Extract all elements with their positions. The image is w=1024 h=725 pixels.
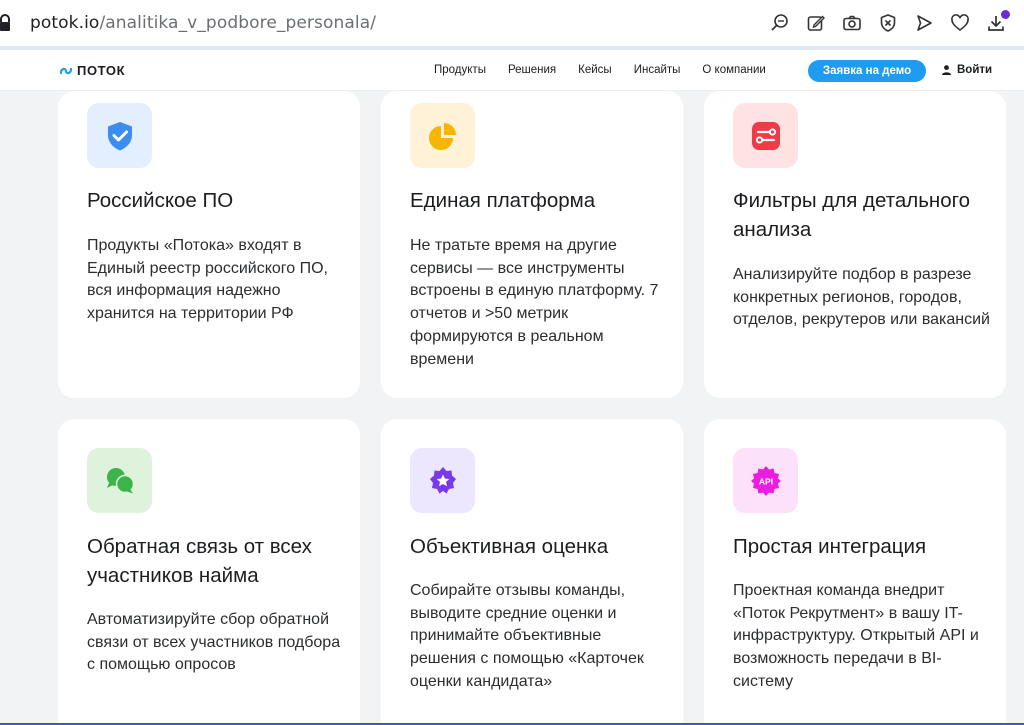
download-icon[interactable] [978, 8, 1014, 38]
card-text: Не тратьте время на другие сервисы — все… [410, 237, 659, 368]
api-gear-icon: API [750, 465, 781, 496]
filter-sliders-icon [751, 121, 780, 150]
api-badge-text: API [758, 476, 772, 486]
card-text: Продукты «Потока» входят в Единый реестр… [87, 237, 328, 323]
card-icon-box [410, 103, 475, 168]
shield-check-icon [107, 121, 132, 150]
feature-card-integration: API Простая интеграция Проектная команда… [704, 419, 1006, 725]
demo-request-button[interactable]: Заявка на демо [808, 60, 926, 82]
shield-x-icon[interactable] [870, 8, 906, 38]
site-header: ПОТОК Продукты Решения Кейсы Инсайты О к… [0, 50, 1024, 91]
card-icon-box [87, 103, 152, 168]
card-title: Единая платформа [410, 189, 596, 212]
main-nav: Продукты Решения Кейсы Инсайты О компани… [434, 64, 766, 76]
nav-item-cases[interactable]: Кейсы [578, 64, 612, 76]
card-title: Российское ПО [87, 189, 234, 212]
browser-address-bar: potok.io/analitika_v_podbore_personala/ [0, 0, 1024, 47]
edit-icon[interactable] [798, 8, 834, 38]
nav-item-about[interactable]: О компании [702, 64, 765, 76]
card-title: Фильтры для детального анализа [733, 189, 971, 241]
heart-icon[interactable] [942, 8, 978, 38]
feature-card-feedback: Обратная связь от всех участников найма … [58, 419, 360, 725]
url-field[interactable]: potok.io/analitika_v_podbore_personala/ [30, 13, 376, 33]
send-icon[interactable] [906, 8, 942, 38]
feature-card-unified-platform: Единая платформа Не тратьте время на дру… [381, 91, 683, 398]
pie-chart-icon [428, 122, 456, 150]
login-link[interactable]: Войти [942, 64, 992, 76]
card-icon-box [87, 448, 152, 513]
nav-item-insights[interactable]: Инсайты [634, 64, 681, 76]
star-badge-icon [429, 466, 456, 493]
url-host: potok.io [30, 13, 100, 33]
browser-toolbar [762, 8, 1014, 38]
zoom-icon[interactable] [762, 8, 798, 38]
chat-bubbles-icon [106, 467, 134, 493]
download-badge [1001, 10, 1010, 19]
feature-card-objective-assessment: Объективная оценка Собирайте отзывы кома… [381, 419, 683, 725]
login-label: Войти [957, 64, 993, 76]
card-title: Обратная связь от всех участников найма [87, 535, 312, 587]
nav-item-solutions[interactable]: Решения [508, 64, 556, 76]
card-text: Анализируйте подбор в разрезе конкретных… [733, 266, 990, 329]
logo-mark-icon [59, 67, 73, 74]
card-icon-box [410, 448, 475, 513]
user-icon [942, 65, 951, 75]
card-icon-box: API [733, 448, 798, 513]
card-title: Простая интеграция [733, 535, 927, 558]
lock-icon [0, 14, 10, 31]
feature-card-russian-software: Российское ПО Продукты «Потока» входят в… [58, 91, 360, 398]
card-text: Автоматизируйте сбор обратной связи от в… [87, 611, 341, 674]
logo-text: ПОТОК [77, 63, 126, 78]
url-path: /analitika_v_podbore_personala/ [99, 13, 377, 33]
card-title: Объективная оценка [410, 535, 609, 558]
nav-item-products[interactable]: Продукты [434, 64, 486, 76]
card-text: Собирайте отзывы команды, выводите средн… [410, 582, 644, 690]
card-text: Проектная команда внедрит «Поток Рекрутм… [733, 582, 979, 690]
card-icon-box [733, 103, 798, 168]
camera-icon[interactable] [834, 8, 870, 38]
logo[interactable]: ПОТОК [59, 63, 125, 78]
feature-card-filters: Фильтры для детального анализа Анализиру… [704, 91, 1006, 398]
